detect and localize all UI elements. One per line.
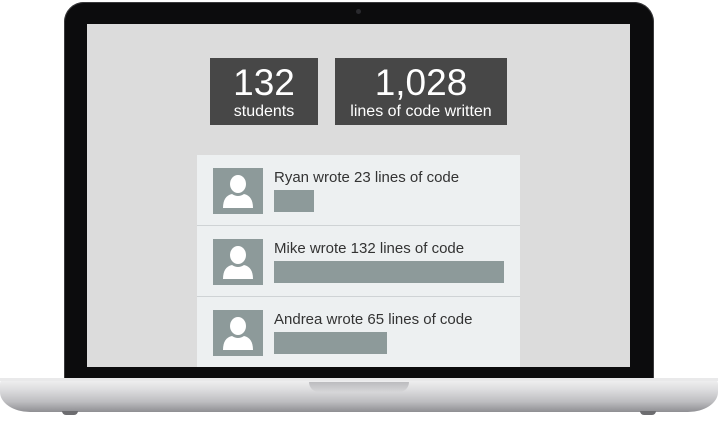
user-silhouette-icon	[213, 310, 263, 356]
laptop-foot	[640, 411, 656, 415]
laptop-notch	[309, 382, 409, 392]
list-item: Andrea wrote 65 lines of code	[197, 297, 520, 367]
progress-bar-fill	[274, 332, 387, 354]
camera-icon	[356, 9, 361, 14]
activity-feed: Ryan wrote 23 lines of code Mike wrote 1…	[197, 155, 520, 367]
activity-text: Andrea wrote 65 lines of code	[274, 311, 473, 328]
laptop-base-edge	[0, 378, 718, 381]
progress-bar-fill	[274, 261, 504, 283]
students-count: 132	[233, 62, 295, 103]
laptop-foot	[62, 411, 78, 415]
user-silhouette-icon	[213, 168, 263, 214]
activity-text: Ryan wrote 23 lines of code	[274, 169, 460, 186]
students-label: students	[233, 103, 295, 120]
progress-bar	[274, 332, 504, 354]
user-silhouette-icon	[213, 239, 263, 285]
progress-bar-fill	[274, 190, 314, 212]
lines-stat: 1,028 lines of code written	[335, 58, 507, 125]
progress-bar	[274, 190, 504, 212]
laptop-screen: 132 students 1,028 lines of code written…	[87, 24, 630, 367]
lines-count: 1,028	[374, 62, 468, 103]
progress-bar	[274, 261, 504, 283]
students-stat: 132 students	[210, 58, 318, 125]
list-item: Mike wrote 132 lines of code	[197, 226, 520, 296]
lines-label: lines of code written	[350, 103, 492, 120]
list-item: Ryan wrote 23 lines of code	[197, 155, 520, 225]
activity-text: Mike wrote 132 lines of code	[274, 240, 465, 257]
